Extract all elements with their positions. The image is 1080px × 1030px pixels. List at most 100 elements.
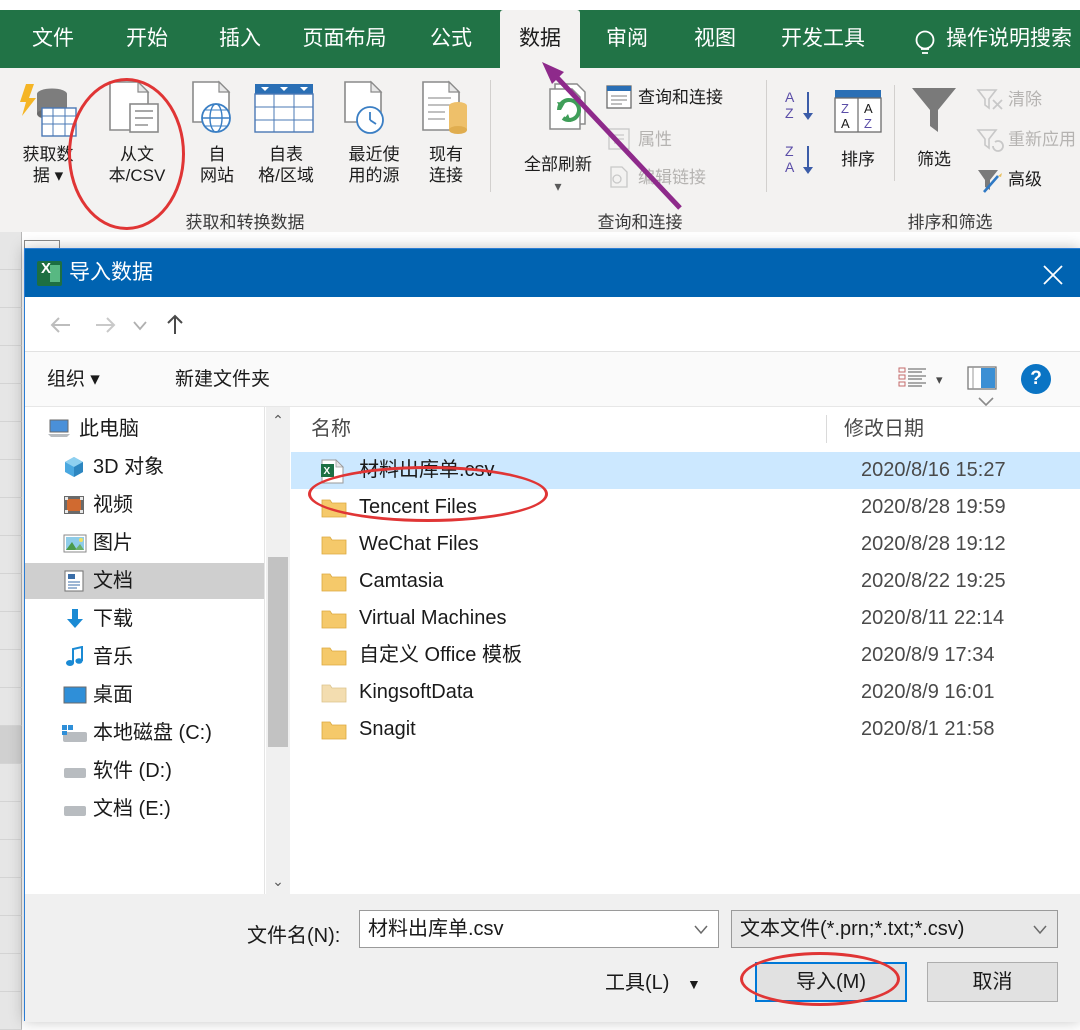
from-web-label[interactable]: 自网站 xyxy=(186,145,248,186)
sidebar-item-local-disk-c[interactable]: 本地磁盘 (C:) xyxy=(25,715,265,751)
filename-value: 材料出库单.csv xyxy=(368,911,504,947)
advanced-filter-label[interactable]: 高级 xyxy=(1008,170,1080,191)
sidebar-item-3d-objects[interactable]: 3D 对象 xyxy=(25,449,265,485)
recent-sources-icon xyxy=(337,80,399,142)
sidebar-item-desktop[interactable]: 桌面 xyxy=(25,677,265,713)
tab-page-layout[interactable]: 页面布局 xyxy=(292,10,397,68)
scroll-down-icon[interactable]: ⌄ xyxy=(266,868,290,894)
sidebar-scrollbar[interactable]: ⌃ ⌄ xyxy=(266,407,290,894)
column-header-name[interactable]: 名称 xyxy=(311,407,351,451)
tab-insert[interactable]: 插入 xyxy=(205,10,275,68)
table-row[interactable]: KingsoftData 2020/8/9 16:01 xyxy=(291,674,1080,711)
sidebar-label: 软件 (D:) xyxy=(93,753,172,789)
up-arrow-icon[interactable] xyxy=(157,307,193,343)
advanced-filter-icon xyxy=(976,168,1004,194)
tools-button[interactable]: 工具(L) ▼ xyxy=(605,966,701,995)
row-header xyxy=(0,802,22,840)
filetype-select[interactable]: 文本文件(*.prn;*.txt;*.csv) xyxy=(731,910,1058,948)
row-header xyxy=(0,878,22,916)
tab-file[interactable]: 文件 xyxy=(18,10,88,68)
cancel-button[interactable]: 取消 xyxy=(927,962,1058,1002)
from-text-csv-label[interactable]: 从文本/CSV xyxy=(96,145,178,186)
view-mode-icon[interactable] xyxy=(898,366,928,394)
sort-az-icon[interactable]: A Z xyxy=(783,86,825,130)
refresh-all-caret[interactable]: ▾ xyxy=(498,178,618,195)
file-date: 2020/8/11 22:14 xyxy=(861,600,1004,637)
row-header xyxy=(0,270,22,308)
close-icon[interactable] xyxy=(1025,249,1080,297)
column-header-date[interactable]: 修改日期 xyxy=(844,407,924,451)
tab-view[interactable]: 视图 xyxy=(680,10,750,68)
row-header xyxy=(0,916,22,954)
row-header xyxy=(0,346,22,384)
documents-icon xyxy=(63,570,85,592)
refresh-all-icon xyxy=(545,80,607,142)
tab-formulas[interactable]: 公式 xyxy=(416,10,486,68)
tab-developer[interactable]: 开发工具 xyxy=(768,10,878,68)
recent-sources-label[interactable]: 最近使用的源 xyxy=(332,145,416,186)
sidebar-label: 本地磁盘 (C:) xyxy=(93,715,212,751)
get-data-label[interactable]: 获取数据 ▾ xyxy=(2,145,94,186)
queries-connections-label[interactable]: 查询和连接 xyxy=(638,88,778,109)
sidebar-item-videos[interactable]: 视频 xyxy=(25,487,265,523)
scroll-up-icon[interactable]: ⌃ xyxy=(266,407,290,433)
sidebar-item-documents[interactable]: 文档 xyxy=(25,563,265,599)
forward-arrow-icon[interactable] xyxy=(87,307,123,343)
tab-home[interactable]: 开始 xyxy=(112,10,182,68)
table-row[interactable]: WeChat Files 2020/8/28 19:12 xyxy=(291,526,1080,563)
help-icon[interactable]: ? xyxy=(1021,364,1051,394)
preview-pane-icon[interactable] xyxy=(967,366,997,392)
row-header xyxy=(0,840,22,878)
table-row[interactable]: X 材料出库单.csv 2020/8/16 15:27 xyxy=(291,452,1080,489)
group-inner-separator xyxy=(894,85,895,181)
scrollbar-thumb[interactable] xyxy=(268,557,288,747)
file-date: 2020/8/9 17:34 xyxy=(861,637,994,674)
sort-label[interactable]: 排序 xyxy=(830,150,886,171)
organize-button[interactable]: 组织 ▾ xyxy=(47,352,100,407)
sidebar-item-pictures[interactable]: 图片 xyxy=(25,525,265,561)
svg-text:Z: Z xyxy=(785,105,794,121)
from-table-range-label[interactable]: 自表格/区域 xyxy=(242,145,330,186)
from-web-icon xyxy=(185,80,247,142)
tab-review[interactable]: 审阅 xyxy=(592,10,662,68)
chevron-down-icon[interactable] xyxy=(1025,911,1055,947)
column-divider[interactable] xyxy=(826,415,827,443)
file-date: 2020/8/22 19:25 xyxy=(861,563,1006,600)
row-header xyxy=(0,574,22,612)
table-row[interactable]: Virtual Machines 2020/8/11 22:14 xyxy=(291,600,1080,637)
recent-dropdown-icon[interactable] xyxy=(127,307,153,343)
file-name: Virtual Machines xyxy=(359,600,506,637)
row-header xyxy=(0,422,22,460)
folder-icon xyxy=(321,720,347,740)
sidebar-item-documents-e[interactable]: 文档 (E:) xyxy=(25,791,265,827)
table-row[interactable]: Snagit 2020/8/1 21:58 xyxy=(291,711,1080,748)
sidebar-item-this-pc[interactable]: 此电脑 xyxy=(25,411,265,447)
refresh-all-label[interactable]: 全部刷新 xyxy=(498,155,618,176)
tell-me-search[interactable]: 操作说明搜索 xyxy=(946,10,1080,68)
filter-label[interactable]: 筛选 xyxy=(906,150,962,171)
existing-connections-label[interactable]: 现有连接 xyxy=(412,145,480,186)
new-folder-button[interactable]: 新建文件夹 xyxy=(175,352,270,407)
table-row[interactable]: Tencent Files 2020/8/28 19:59 xyxy=(291,489,1080,526)
file-name: 材料出库单.csv xyxy=(359,452,495,489)
dialog-content: 此电脑 3D 对象 视频 xyxy=(25,407,1080,894)
sort-za-icon[interactable]: Z A xyxy=(783,140,825,184)
back-arrow-icon[interactable] xyxy=(43,307,79,343)
sidebar-item-downloads[interactable]: 下载 xyxy=(25,601,265,637)
filename-input[interactable]: 材料出库单.csv xyxy=(359,910,719,948)
view-mode-caret[interactable]: ▾ xyxy=(936,372,943,388)
sidebar-item-software-d[interactable]: 软件 (D:) xyxy=(25,753,265,789)
file-date: 2020/8/16 15:27 xyxy=(861,452,1006,489)
sidebar-item-music[interactable]: 音乐 xyxy=(25,639,265,675)
table-row[interactable]: Camtasia 2020/8/22 19:25 xyxy=(291,563,1080,600)
folder-icon xyxy=(321,535,347,555)
tab-data[interactable]: 数据 xyxy=(500,10,580,68)
folder-icon xyxy=(321,498,347,518)
sidebar-label: 文档 xyxy=(93,563,133,599)
chevron-down-icon[interactable] xyxy=(686,911,716,947)
drive-icon xyxy=(63,803,87,817)
svg-text:A: A xyxy=(785,159,795,175)
table-row[interactable]: 自定义 Office 模板 2020/8/9 17:34 xyxy=(291,637,1080,674)
sidebar-label: 3D 对象 xyxy=(93,449,164,485)
import-button[interactable]: 导入(M) xyxy=(755,962,907,1002)
